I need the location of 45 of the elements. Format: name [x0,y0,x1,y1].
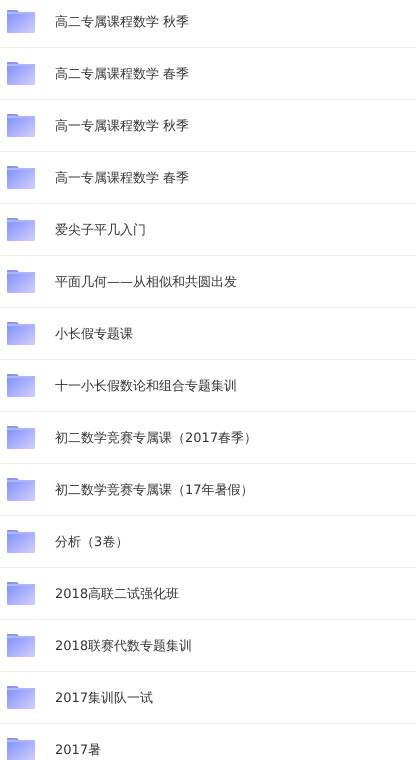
folder-row[interactable]: 平面几何——从相似和共圆出发 [0,256,416,308]
folder-icon [7,270,35,293]
folder-icon [7,10,35,33]
folder-name: 平面几何——从相似和共圆出发 [55,274,237,290]
folder-row[interactable]: 小长假专题课 [0,308,416,360]
folder-row[interactable]: 爱尖子平几入门 [0,204,416,256]
folder-icon [7,738,35,760]
folder-row[interactable]: 高二专属课程数学 秋季 [0,0,416,48]
folder-name: 初二数学竞赛专属课（17年暑假） [55,482,254,498]
folder-icon [7,166,35,189]
folder-name: 十一小长假数论和组合专题集训 [55,378,237,394]
folder-icon [7,582,35,605]
folder-name: 分析（3卷） [55,534,128,550]
folder-name: 爱尖子平几入门 [55,222,146,238]
folder-name: 2017暑 [55,742,102,758]
folder-row[interactable]: 2017暑 [0,724,416,760]
folder-name: 高二专属课程数学 秋季 [55,14,190,30]
folder-name: 2018高联二试强化班 [55,586,180,602]
folder-row[interactable]: 2018高联二试强化班 [0,568,416,620]
folder-icon [7,374,35,397]
folder-row[interactable]: 初二数学竞赛专属课（17年暑假） [0,464,416,516]
folder-icon [7,530,35,553]
folder-row[interactable]: 分析（3卷） [0,516,416,568]
folder-icon [7,426,35,449]
folder-row[interactable]: 初二数学竞赛专属课（2017春季） [0,412,416,464]
folder-name: 2017集训队一试 [55,690,154,706]
folder-icon [7,478,35,501]
folder-icon [7,62,35,85]
folder-row[interactable]: 2017集训队一试 [0,672,416,724]
folder-icon [7,322,35,345]
folder-icon [7,114,35,137]
folder-name: 初二数学竞赛专属课（2017春季） [55,430,258,446]
folder-name: 2018联赛代数专题集训 [55,638,192,654]
folder-name: 小长假专题课 [55,326,133,342]
folder-row[interactable]: 高一专属课程数学 春季 [0,152,416,204]
folder-icon [7,686,35,709]
folder-row[interactable]: 十一小长假数论和组合专题集训 [0,360,416,412]
folder-icon [7,218,35,241]
folder-name: 高一专属课程数学 秋季 [55,118,190,134]
folder-name: 高二专属课程数学 春季 [55,66,190,82]
folder-row[interactable]: 高一专属课程数学 秋季 [0,100,416,152]
folder-name: 高一专属课程数学 春季 [55,170,190,186]
folder-icon [7,634,35,657]
folder-row[interactable]: 高二专属课程数学 春季 [0,48,416,100]
folder-row[interactable]: 2018联赛代数专题集训 [0,620,416,672]
